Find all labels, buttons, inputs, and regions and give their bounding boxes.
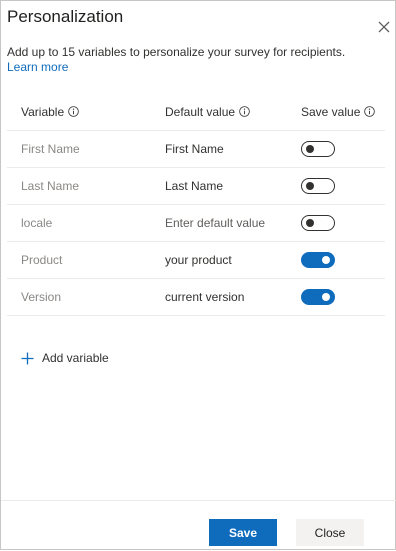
variable-name: locale xyxy=(21,216,53,230)
info-icon[interactable] xyxy=(239,106,250,117)
personalization-panel: Personalization Add up to 15 variables t… xyxy=(0,0,396,550)
variable-name: Product xyxy=(21,253,63,267)
panel-description: Add up to 15 variables to personalize yo… xyxy=(7,45,346,59)
table-row: Version current version xyxy=(7,279,385,316)
variable-name: Version xyxy=(21,290,62,304)
variables-table: Variable Default value Save value First … xyxy=(7,93,385,316)
default-value-field[interactable]: First Name xyxy=(165,142,224,156)
default-value-field[interactable]: current version xyxy=(165,290,244,304)
default-value-field[interactable]: your product xyxy=(165,253,232,267)
add-variable-label: Add variable xyxy=(42,351,109,365)
save-button[interactable]: Save xyxy=(209,519,277,546)
default-value-field[interactable]: Last Name xyxy=(165,179,223,193)
header-save-value-label: Save value xyxy=(301,104,361,119)
table-row: First Name First Name xyxy=(7,131,385,168)
table-row: Product your product xyxy=(7,242,385,279)
save-value-toggle[interactable] xyxy=(301,289,335,305)
default-value-field[interactable]: Enter default value xyxy=(165,216,265,230)
panel-title: Personalization xyxy=(7,7,124,26)
toggle-knob xyxy=(306,182,314,190)
save-value-toggle[interactable] xyxy=(301,141,335,157)
table-row: Last Name Last Name xyxy=(7,168,385,205)
save-value-toggle[interactable] xyxy=(301,215,335,231)
save-value-toggle[interactable] xyxy=(301,252,335,268)
table-header-row: Variable Default value Save value xyxy=(7,93,385,131)
header-variable: Variable xyxy=(21,93,79,130)
table-row: locale Enter default value xyxy=(7,205,385,242)
header-default-value-label: Default value xyxy=(165,104,236,119)
info-icon[interactable] xyxy=(68,106,79,117)
plus-icon xyxy=(21,352,34,364)
toggle-knob xyxy=(322,293,330,301)
close-button[interactable]: Close xyxy=(296,519,364,546)
toggle-knob xyxy=(322,256,330,264)
info-icon[interactable] xyxy=(364,106,376,117)
learn-more-link[interactable]: Learn more xyxy=(7,60,68,74)
add-variable-button[interactable]: Add variable xyxy=(21,351,109,365)
header-save-value: Save value xyxy=(301,93,376,130)
header-variable-label: Variable xyxy=(21,104,65,119)
toggle-knob xyxy=(306,145,314,153)
panel-footer: Save Close xyxy=(1,500,396,551)
save-value-toggle[interactable] xyxy=(301,178,335,194)
header-default-value: Default value xyxy=(165,93,250,130)
close-icon[interactable] xyxy=(376,19,392,35)
variable-name: Last Name xyxy=(21,179,80,193)
toggle-knob xyxy=(306,219,314,227)
variable-name: First Name xyxy=(21,142,80,156)
